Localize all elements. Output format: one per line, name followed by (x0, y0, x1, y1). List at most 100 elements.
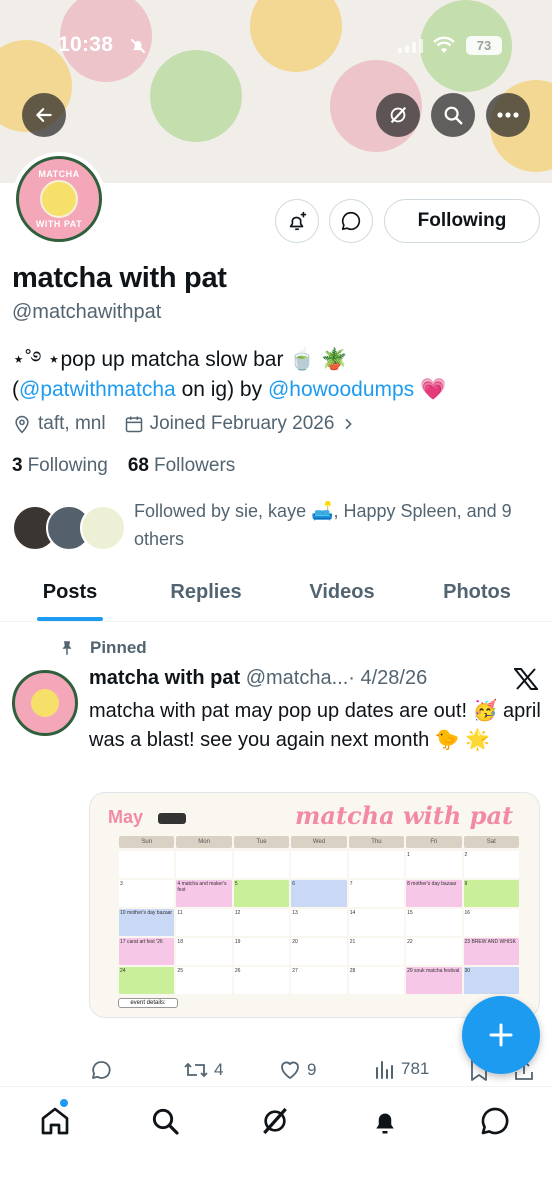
calendar-cell: 26 (233, 967, 290, 994)
calendar-cell: 19 (233, 938, 290, 965)
message-icon (481, 1107, 509, 1135)
day-header: Mon (176, 836, 232, 848)
profile-handle: @matchawithpat (12, 301, 162, 323)
calendar-week: 10 mother's day bazaar 11 12 13 14 15 16 (118, 908, 520, 937)
event-details-label: event details: (118, 998, 178, 1008)
grok-icon (263, 1107, 287, 1135)
notifications-button[interactable] (275, 199, 319, 243)
bio-mention-howoodumps[interactable]: @howoodumps (268, 378, 414, 401)
calendar-month: May (108, 807, 144, 827)
nav-notifications[interactable] (367, 1103, 403, 1139)
followers-count-link[interactable]: 68 Followers (128, 455, 235, 477)
day-header: Wed (291, 836, 347, 848)
profile-tabs: Posts Replies Videos Photos (0, 564, 552, 622)
post-author-avatar[interactable] (12, 670, 78, 736)
bio-line-2: (@patwithmatcha on ig) by @howoodumps 💗 (12, 375, 540, 405)
post-author-handle: @matcha... (245, 667, 349, 689)
reply-icon (92, 1061, 111, 1079)
duck-illustration (31, 689, 59, 717)
more-icon (497, 112, 519, 118)
back-button[interactable] (22, 93, 66, 137)
calendar-cell: 24 (119, 967, 175, 994)
tab-label: Posts (42, 581, 98, 603)
calendar-cell: 23 BREW AND WHISK (463, 938, 519, 965)
calendar-cell: 25 (176, 967, 232, 994)
joined-text: Joined February 2026 (149, 413, 335, 434)
following-button[interactable]: Following (384, 199, 540, 243)
status-bar: 10:38 73 (0, 30, 552, 60)
calendar-cell: 27 (291, 967, 347, 994)
following-label: Following (27, 455, 108, 476)
tab-posts[interactable]: Posts (0, 564, 140, 621)
calendar-cell (119, 851, 175, 878)
nav-grok[interactable] (257, 1103, 293, 1139)
message-button[interactable] (329, 199, 373, 243)
calendar-cell: 15 (406, 909, 462, 936)
calendar-icon (125, 416, 142, 433)
pinned-label: Pinned (58, 638, 147, 658)
repost-button[interactable]: 4 (183, 1058, 223, 1082)
calendar-week: 24 25 26 27 28 29 souk matcha festival 30 (118, 966, 520, 995)
calendar-cell (291, 851, 347, 878)
calendar-cell: 8 mother's day bazaar (406, 880, 462, 907)
tab-videos[interactable]: Videos (272, 564, 412, 621)
bell-plus-icon (289, 211, 307, 231)
calendar-cell: 10 mother's day bazaar (119, 909, 175, 936)
calendar-cell: 11 (176, 909, 232, 936)
reply-button[interactable] (89, 1058, 118, 1082)
post-date[interactable]: · 4/28/26 (348, 667, 427, 689)
calendar-cell: 28 (348, 967, 405, 994)
calendar-script-title: matcha with pat (295, 801, 514, 830)
location: taft, mnl (12, 413, 106, 435)
grok-button[interactable] (376, 93, 420, 137)
calendar-cell: 20 (291, 938, 347, 965)
following-count-link[interactable]: 3 Following (12, 455, 108, 477)
chevron-right-icon (345, 418, 353, 430)
followed-by-row[interactable]: Followed by sie, kaye 🛋️, Happy Spleen, … (12, 497, 540, 553)
profile-meta: taft, mnl Joined February 2026 (12, 413, 380, 435)
nav-home[interactable] (37, 1103, 73, 1139)
bio-text: 💗 (414, 378, 447, 401)
compose-post-button[interactable] (462, 996, 540, 1074)
tab-replies[interactable]: Replies (140, 564, 272, 621)
home-icon (41, 1107, 69, 1135)
calendar-cell: 30 (463, 967, 519, 994)
plus-icon (489, 1023, 513, 1047)
post-author-name[interactable]: matcha with pat (89, 667, 240, 689)
pinned-text: Pinned (90, 638, 147, 657)
search-icon (444, 106, 463, 125)
wifi-icon (432, 36, 456, 59)
calendar-cell (348, 851, 405, 878)
tab-label: Videos (309, 581, 375, 603)
followed-by-text: Followed by sie, kaye 🛋️, Happy Spleen, … (134, 501, 512, 549)
profile-banner[interactable]: 10:38 73 (0, 0, 552, 183)
nav-messages[interactable] (477, 1103, 513, 1139)
calendar-cell: 21 (348, 938, 405, 965)
post-media-image[interactable]: May matcha with pat Sun Mon Tue Wed Thu … (89, 792, 540, 1018)
calendar-cell: 7 (348, 880, 405, 907)
calendar-day-headers: Sun Mon Tue Wed Thu Fri Sat (118, 836, 520, 848)
bio-mention-patwithmatcha[interactable]: @patwithmatcha (19, 378, 176, 401)
tab-label: Replies (170, 581, 242, 603)
views-icon (376, 1061, 393, 1079)
more-options-button[interactable] (486, 93, 530, 137)
calendar-cell: 12 (233, 909, 290, 936)
views-button[interactable]: 781 (374, 1058, 429, 1080)
tab-photos[interactable]: Photos (412, 564, 542, 621)
calendar-cell: 6 (291, 880, 347, 907)
calendar-cell: 22 (406, 938, 462, 965)
calendar-cell: 13 (291, 909, 347, 936)
search-button[interactable] (431, 93, 475, 137)
calendar-cell: 18 (176, 938, 232, 965)
calendar-cell: 29 souk matcha festival (406, 967, 462, 994)
search-icon (152, 1108, 179, 1135)
active-tab-indicator (37, 617, 103, 621)
calendar-cell: 16 (463, 909, 519, 936)
pin-icon (62, 641, 72, 655)
profile-avatar[interactable]: MATCHA WITH PAT (12, 152, 106, 246)
nav-search[interactable] (147, 1103, 183, 1139)
joined-date[interactable]: Joined February 2026 (124, 413, 363, 435)
day-header: Sun (119, 836, 175, 848)
avatar-ring-bottom: WITH PAT (35, 219, 83, 229)
like-button[interactable]: 9 (278, 1058, 316, 1082)
